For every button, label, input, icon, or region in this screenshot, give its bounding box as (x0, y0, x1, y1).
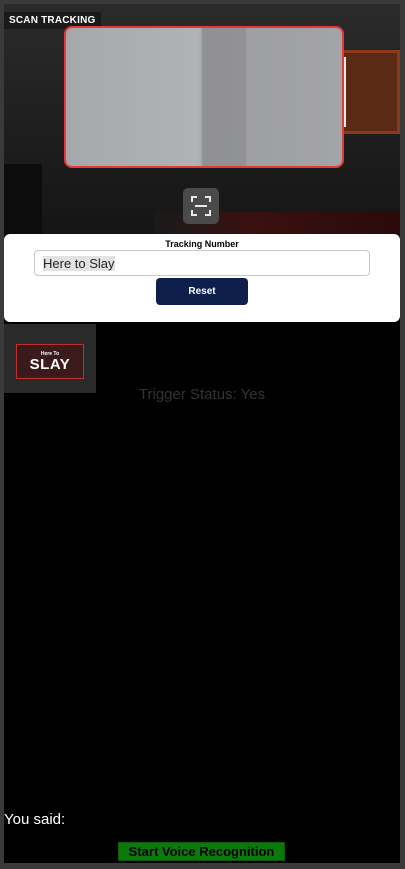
tracking-number-input[interactable]: Here to Slay (34, 250, 370, 276)
thumbnail-image: Here To SLAY (16, 344, 84, 379)
captured-thumbnail[interactable]: Here To SLAY (4, 324, 96, 393)
start-voice-recognition-button[interactable]: Start Voice Recognition (118, 842, 285, 861)
tracking-number-value: Here to Slay (43, 255, 115, 271)
app-frame: SCAN TRACKING Tracking Number Here to Sl… (4, 4, 400, 863)
scan-button[interactable] (183, 188, 219, 224)
scan-frame-icon (191, 196, 211, 216)
reset-button[interactable]: Reset (156, 278, 248, 305)
tracking-number-label: Tracking Number (165, 239, 239, 249)
camera-background (4, 164, 42, 236)
you-said-label: You said: (4, 811, 66, 828)
tracking-card: Tracking Number Here to Slay Reset (4, 234, 400, 322)
camera-feed: SCAN TRACKING (4, 4, 400, 236)
thumbnail-big-text: SLAY (29, 356, 71, 373)
trigger-status: Trigger Status: Yes (138, 386, 266, 403)
scan-region (64, 26, 344, 168)
